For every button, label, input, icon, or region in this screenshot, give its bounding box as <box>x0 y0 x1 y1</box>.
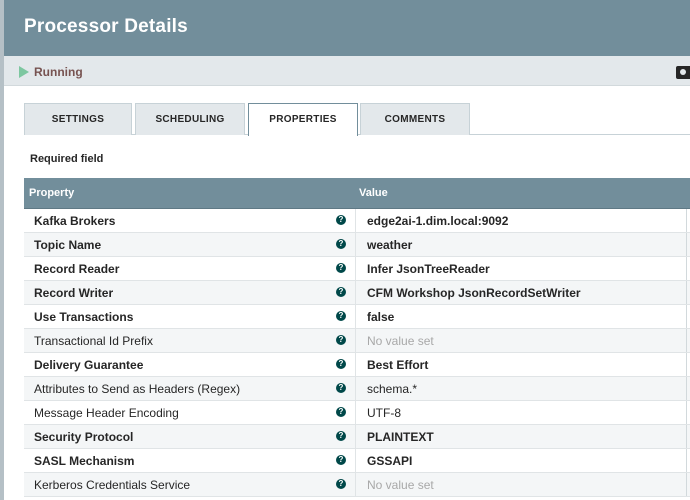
question-circle-icon[interactable]: ? <box>336 335 346 345</box>
table-row[interactable]: Delivery Guarantee? Best Effort <box>24 353 690 377</box>
row-end-divider <box>686 473 687 496</box>
question-circle-icon[interactable]: ? <box>336 383 346 393</box>
properties-table: Property Value Kafka Brokers? edge2ai-1.d… <box>24 178 690 497</box>
tab-comments[interactable]: COMMENTS <box>360 103 470 135</box>
table-row[interactable]: SASL Mechanism? GSSAPI <box>24 449 690 473</box>
column-divider <box>355 473 356 496</box>
row-end-divider <box>686 281 687 304</box>
row-end-divider <box>686 401 687 424</box>
question-circle-icon[interactable]: ? <box>336 407 346 417</box>
question-circle-icon[interactable]: ? <box>336 239 346 249</box>
tab-scheduling[interactable]: SCHEDULING <box>135 103 245 135</box>
property-name: Topic Name <box>34 238 102 252</box>
property-name: Security Protocol <box>34 430 134 444</box>
question-circle-icon[interactable]: ? <box>336 287 346 297</box>
property-name: Attributes to Send as Headers (Regex) <box>34 382 241 396</box>
row-end-divider <box>686 257 687 280</box>
row-end-divider <box>686 425 687 448</box>
question-circle-icon[interactable]: ? <box>336 431 346 441</box>
column-divider <box>355 305 356 328</box>
table-row[interactable]: Attributes to Send as Headers (Regex)? sc… <box>24 377 690 401</box>
table-header: Property Value <box>24 178 690 209</box>
tab-settings[interactable]: SETTINGS <box>24 103 132 135</box>
status-bar: Running <box>4 56 690 86</box>
property-name: Record Writer <box>34 286 114 300</box>
processor-details-dialog: Processor Details Running SETTINGS SCHED… <box>0 0 690 500</box>
property-value[interactable]: PLAINTEXT <box>367 430 434 444</box>
property-value[interactable]: CFM Workshop JsonRecordSetWriter <box>367 286 581 300</box>
property-value[interactable]: Best Effort <box>367 358 428 372</box>
column-divider <box>355 209 356 232</box>
table-row[interactable]: Record Reader? Infer JsonTreeReader <box>24 257 690 281</box>
property-name: Transactional Id Prefix <box>34 334 153 348</box>
property-value[interactable]: Infer JsonTreeReader <box>367 262 490 276</box>
row-end-divider <box>686 353 687 376</box>
row-end-divider <box>686 377 687 400</box>
question-circle-icon[interactable]: ? <box>336 479 346 489</box>
column-divider <box>355 257 356 280</box>
property-value[interactable]: UTF-8 <box>367 406 401 420</box>
row-end-divider <box>686 305 687 328</box>
property-name: SASL Mechanism <box>34 454 135 468</box>
gear-icon[interactable] <box>676 66 690 79</box>
table-body: Kafka Brokers? edge2ai-1.dim.local:9092 To… <box>24 209 690 497</box>
column-divider <box>355 425 356 448</box>
column-divider <box>355 329 356 352</box>
column-divider <box>355 353 356 376</box>
question-circle-icon[interactable]: ? <box>336 263 346 273</box>
column-divider <box>355 401 356 424</box>
question-circle-icon[interactable]: ? <box>336 455 346 465</box>
property-name: Record Reader <box>34 262 120 276</box>
column-divider <box>355 233 356 256</box>
table-row[interactable]: Security Protocol? PLAINTEXT <box>24 425 690 449</box>
play-icon <box>19 66 29 78</box>
property-name: Kafka Brokers <box>34 214 116 228</box>
question-circle-icon[interactable]: ? <box>336 311 346 321</box>
required-field-legend: Required field <box>30 153 104 165</box>
row-end-divider <box>686 233 687 256</box>
property-name: Delivery Guarantee <box>34 358 144 372</box>
row-end-divider <box>686 329 687 352</box>
property-value[interactable]: No value set <box>367 478 434 492</box>
dialog-header: Processor Details <box>4 0 690 56</box>
property-value[interactable]: GSSAPI <box>367 454 412 468</box>
row-end-divider <box>686 449 687 472</box>
table-row[interactable]: Message Header Encoding? UTF-8 <box>24 401 690 425</box>
run-status-label: Running <box>34 65 83 79</box>
table-row[interactable]: Kafka Brokers? edge2ai-1.dim.local:9092 <box>24 209 690 233</box>
column-header-value[interactable]: Value <box>359 187 388 199</box>
property-value[interactable]: edge2ai-1.dim.local:9092 <box>367 214 508 228</box>
dialog-title: Processor Details <box>24 16 188 37</box>
column-divider <box>355 449 356 472</box>
question-circle-icon[interactable]: ? <box>336 215 346 225</box>
question-circle-icon[interactable]: ? <box>336 359 346 369</box>
table-row[interactable]: Record Writer? CFM Workshop JsonRecordSet… <box>24 281 690 305</box>
property-name: Kerberos Credentials Service <box>34 478 191 492</box>
table-row[interactable]: Kerberos Credentials Service? No value se… <box>24 473 690 497</box>
column-divider <box>355 377 356 400</box>
property-name: Use Transactions <box>34 310 134 324</box>
tab-properties[interactable]: PROPERTIES <box>248 103 358 136</box>
property-value[interactable]: weather <box>367 238 412 252</box>
table-row[interactable]: Transactional Id Prefix? No value set <box>24 329 690 353</box>
table-row[interactable]: Use Transactions? false <box>24 305 690 329</box>
row-end-divider <box>686 209 687 232</box>
column-header-property[interactable]: Property <box>29 187 74 199</box>
tab-bar: SETTINGS SCHEDULING PROPERTIES COMMENTS <box>24 103 690 136</box>
property-value[interactable]: schema.* <box>367 382 417 396</box>
property-name: Message Header Encoding <box>34 406 179 420</box>
table-row[interactable]: Topic Name? weather <box>24 233 690 257</box>
property-value[interactable]: No value set <box>367 334 434 348</box>
property-value[interactable]: false <box>367 310 394 324</box>
column-divider <box>355 281 356 304</box>
